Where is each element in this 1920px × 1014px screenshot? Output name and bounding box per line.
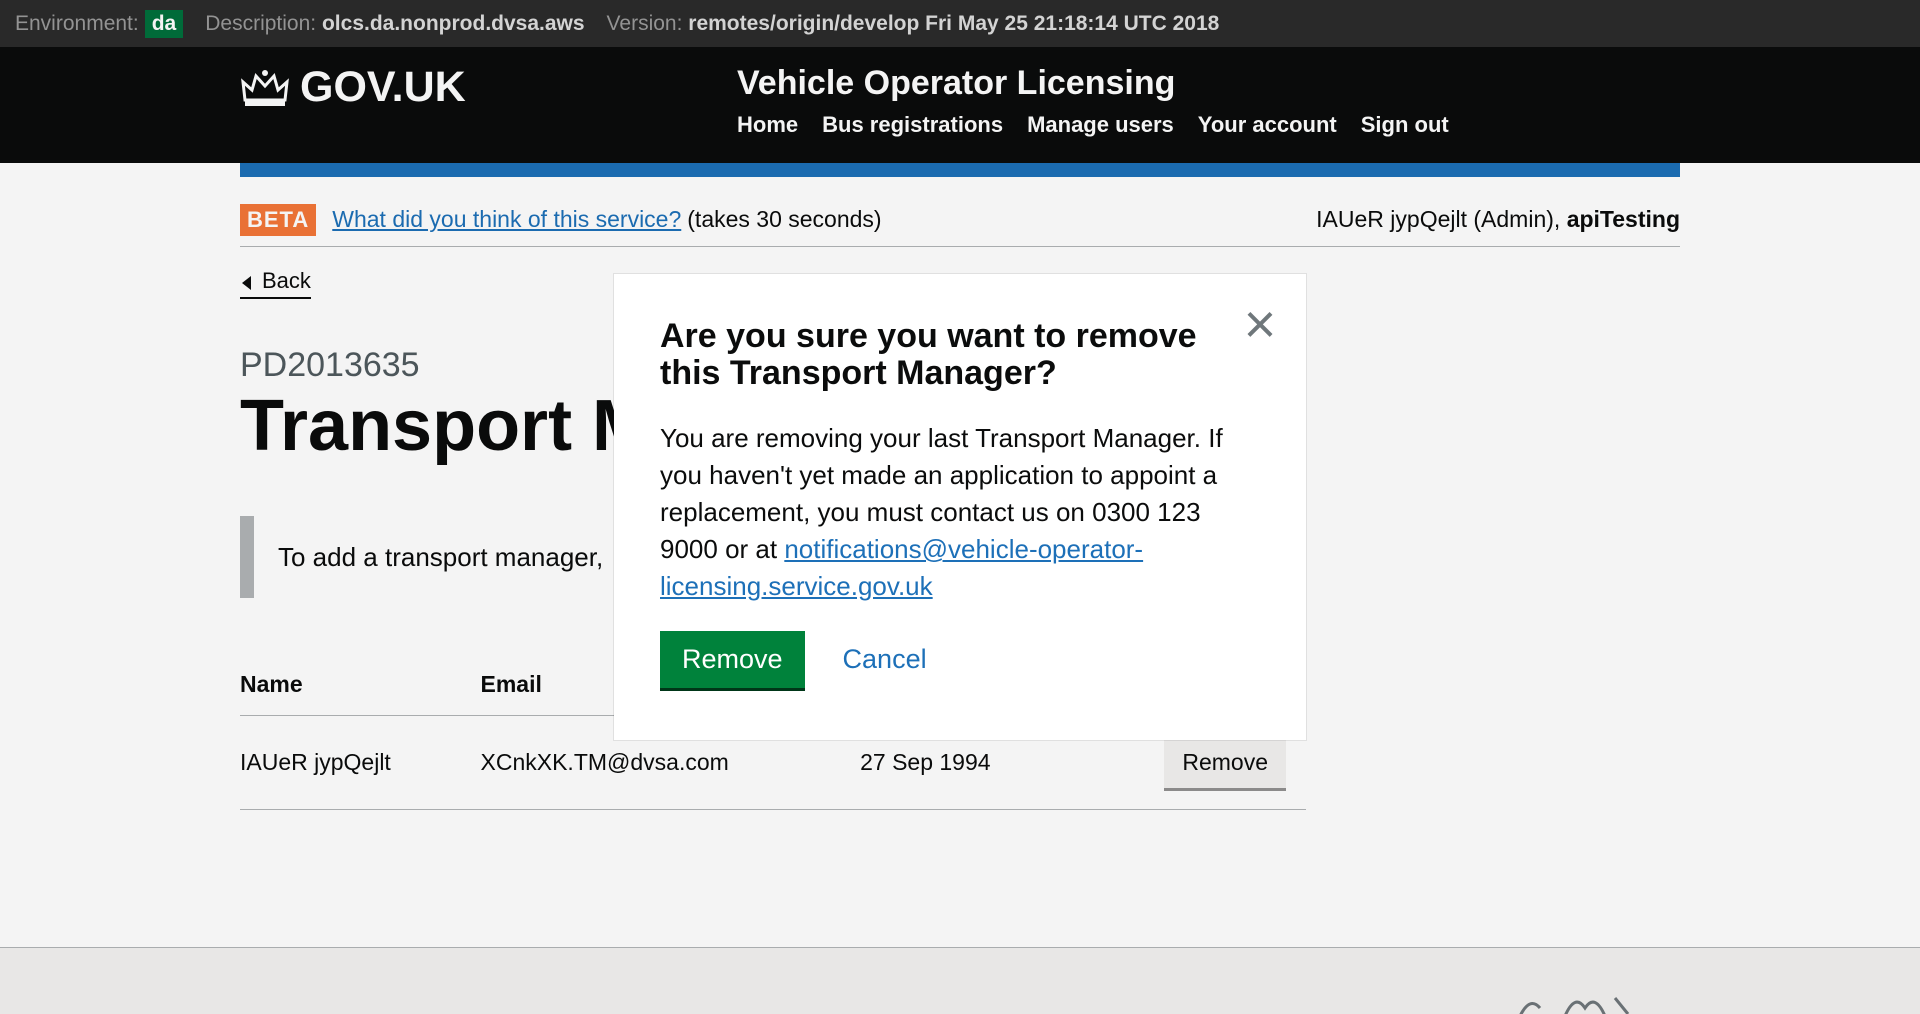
modal-body: You are removing your last Transport Man… <box>660 420 1260 605</box>
modal-title: Are you sure you want to remove this Tra… <box>660 317 1197 392</box>
close-icon[interactable]: × <box>1240 296 1280 352</box>
confirm-remove-button[interactable]: Remove <box>660 631 805 688</box>
remove-confirmation-modal: × Are you sure you want to remove this T… <box>614 274 1306 740</box>
modal-actions: Remove Cancel <box>660 631 1260 688</box>
cancel-link[interactable]: Cancel <box>843 644 927 675</box>
